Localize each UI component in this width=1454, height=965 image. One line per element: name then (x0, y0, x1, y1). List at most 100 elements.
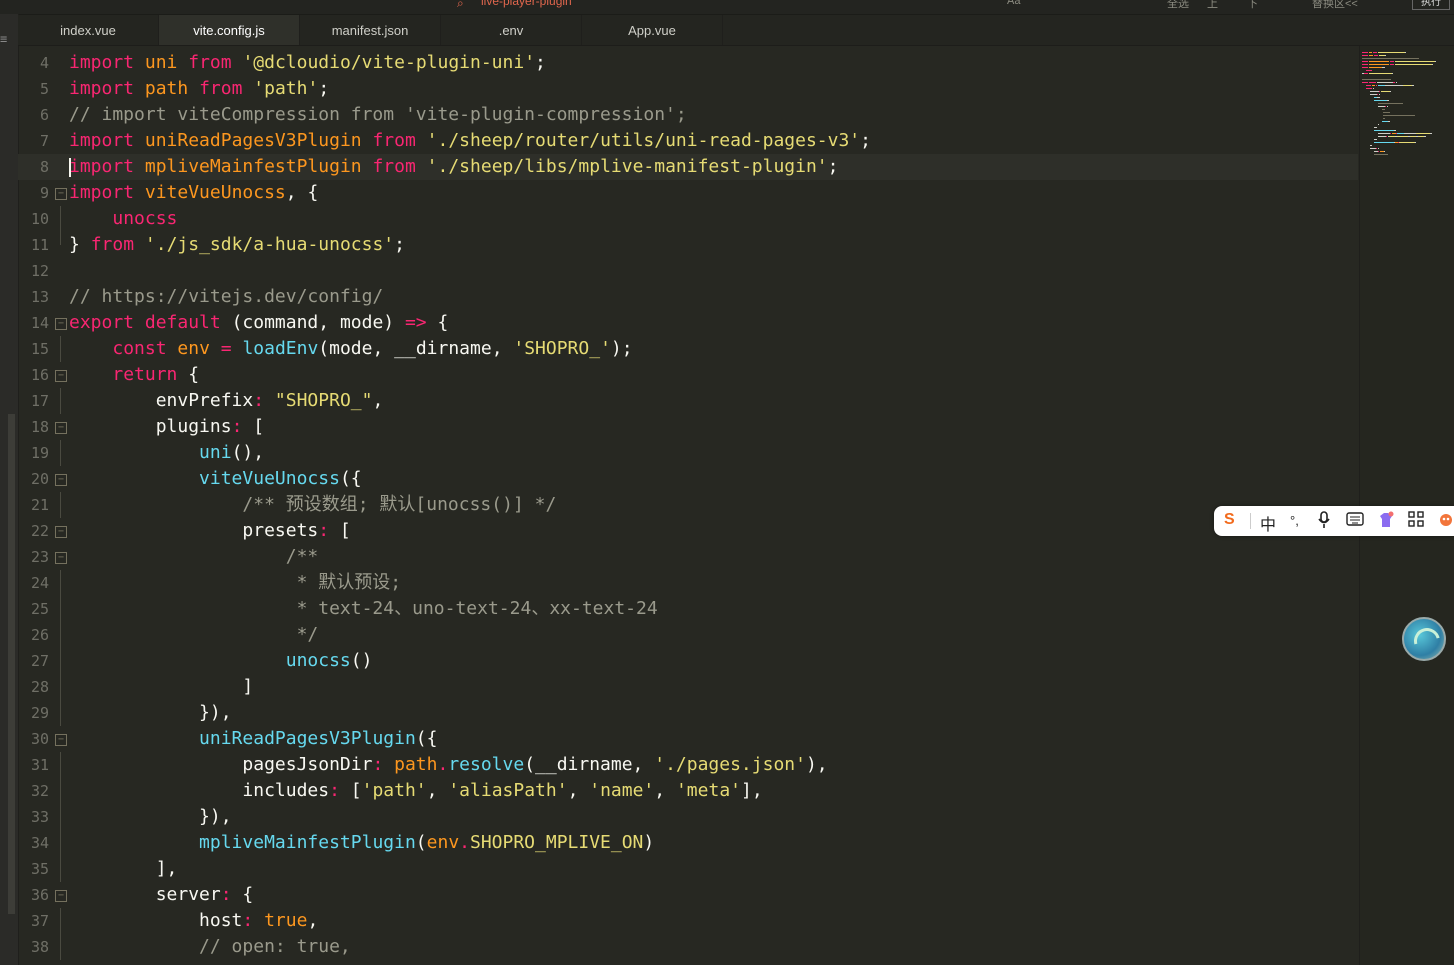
tab-env[interactable]: .env (441, 15, 582, 45)
code-line[interactable]: 33 }), (18, 804, 1358, 830)
code-line[interactable]: 8 import mpliveMainfestPlugin from './she… (18, 154, 1358, 180)
code-editor[interactable]: 4 import uni from '@dcloudio/vite-plugin-… (18, 46, 1358, 965)
fold-toggle-icon[interactable]: − (55, 552, 67, 564)
minimap-line (1412, 85, 1414, 86)
fold-toggle-icon[interactable]: − (55, 370, 67, 382)
ime-mode-toggle[interactable]: 中 (1260, 511, 1276, 535)
minimap-line (1385, 106, 1386, 107)
code-line[interactable]: 13 // https://vitejs.dev/config/ (18, 284, 1358, 310)
sogou-logo-icon[interactable]: S (1224, 511, 1235, 529)
code-line[interactable]: 17 envPrefix: "SHOPRO_", (18, 388, 1358, 414)
code-line[interactable]: 23− /** (18, 544, 1358, 570)
code-token: import (69, 156, 135, 177)
keyboard-icon[interactable] (1346, 511, 1364, 532)
code-line[interactable]: 24 * 默认预设; (18, 570, 1358, 596)
tab-index-vue[interactable]: index.vue (18, 15, 159, 45)
code-line[interactable]: 25 * text-24、uno-text-24、xx-text-24 (18, 596, 1358, 622)
code-line[interactable]: 30− uniReadPagesV3Plugin({ (18, 726, 1358, 752)
code-text: import viteVueUnocss, { (69, 180, 318, 206)
find-option-select-all[interactable]: 全选 (1167, 0, 1189, 11)
code-line[interactable]: 27 unocss() (18, 648, 1358, 674)
punctuation-toggle[interactable]: °, (1290, 513, 1299, 528)
minimap-line (1424, 136, 1426, 137)
code-line[interactable]: 5 import path from 'path'; (18, 76, 1358, 102)
line-number: 22 (30, 522, 49, 540)
code-line[interactable]: 11} from './js_sdk/a-hua-unocss'; (18, 232, 1358, 258)
minimap-line (1384, 151, 1385, 152)
find-option-case[interactable]: Aa (1007, 0, 1020, 7)
code-token: env (177, 338, 210, 359)
tab-manifest-json[interactable]: manifest.json (300, 15, 441, 45)
code-line[interactable]: 22− presets: [ (18, 518, 1358, 544)
code-token: 'name' (589, 780, 655, 801)
mascot-icon[interactable] (1438, 511, 1454, 532)
code-line[interactable]: 21 /** 预设数组; 默认[unocss()] */ (18, 492, 1358, 518)
code-text: mpliveMainfestPlugin(env.SHOPRO_MPLIVE_O… (69, 830, 654, 856)
code-line[interactable]: 7 import uniReadPagesV3Plugin from './she… (18, 128, 1358, 154)
code-line[interactable]: 29 }), (18, 700, 1358, 726)
tab-app-vue[interactable]: App.vue (582, 15, 723, 45)
code-line[interactable]: 6 // import viteCompression from 'vite-pl… (18, 102, 1358, 128)
code-text: /** (69, 544, 319, 570)
code-token: "SHOPRO_" (274, 390, 373, 411)
mic-icon[interactable] (1316, 511, 1332, 534)
code-line[interactable]: 37 host: true, (18, 908, 1358, 934)
search-icon[interactable]: ⌕ (457, 0, 464, 11)
code-token: default (144, 312, 221, 333)
fold-toggle-icon[interactable]: − (55, 422, 67, 434)
code-token: // open: true, (199, 936, 351, 957)
code-line[interactable]: 16− return { (18, 362, 1358, 388)
line-number: 35 (30, 860, 49, 878)
fold-toggle-icon[interactable]: − (55, 526, 67, 538)
grid-icon[interactable] (1408, 511, 1424, 532)
code-line[interactable]: 35 ], (18, 856, 1358, 882)
code-line[interactable]: 38 // open: true, (18, 934, 1358, 960)
fold-toggle-icon[interactable]: − (55, 474, 67, 486)
floating-assistant-icon[interactable] (1402, 617, 1446, 661)
code-line[interactable]: 36− server: { (18, 882, 1358, 908)
replace-toggle[interactable]: 替换区<< (1312, 0, 1358, 11)
code-token: './pages.json' (654, 754, 806, 775)
fold-toggle-icon[interactable]: − (55, 318, 67, 330)
left-panel-strip: ≡ (0, 14, 19, 965)
fold-guide (60, 856, 61, 882)
fold-toggle-icon[interactable]: − (55, 188, 67, 200)
code-line[interactable]: 14− export default (command, mode) => { (18, 310, 1358, 336)
minimap-line (1396, 82, 1397, 83)
fold-toggle-icon[interactable]: − (55, 734, 67, 746)
code-text: viteVueUnocss({ (69, 466, 362, 492)
code-line[interactable]: 20− viteVueUnocss({ (18, 466, 1358, 492)
code-line[interactable]: 10 unocss (18, 206, 1358, 232)
code-token: mpliveMainfestPlugin (199, 832, 416, 853)
code-line[interactable]: 15 const env = loadEnv(mode, __dirname, … (18, 336, 1358, 362)
code-token: => (404, 312, 427, 333)
minimap-line (1395, 61, 1435, 62)
menu-icon[interactable]: ≡ (0, 32, 7, 46)
find-panel: ⌕ live-player-plugin Aa 全选 上 下 替换区<< 执行 (447, 0, 1450, 11)
code-line[interactable]: 32 includes: ['path', 'aliasPath', 'name… (18, 778, 1358, 804)
code-line[interactable]: 31 pagesJsonDir: path.resolve(__dirname,… (18, 752, 1358, 778)
fold-toggle-icon[interactable]: − (55, 890, 67, 902)
code-line[interactable]: 26 */ (18, 622, 1358, 648)
execute-button[interactable]: 执行 (1412, 0, 1450, 10)
find-prev-button[interactable]: 上 (1207, 0, 1218, 11)
code-line[interactable]: 19 uni(), (18, 440, 1358, 466)
code-line[interactable]: 28 ] (18, 674, 1358, 700)
skin-icon[interactable] (1377, 511, 1395, 534)
code-line[interactable]: 34 mpliveMainfestPlugin(env.SHOPRO_MPLIV… (18, 830, 1358, 856)
code-line[interactable]: 4 import uni from '@dcloudio/vite-plugin-… (18, 50, 1358, 76)
left-scrollbar[interactable] (8, 414, 15, 914)
tab-vite-config-js[interactable]: vite.config.js (159, 15, 300, 45)
code-line[interactable]: 18− plugins: [ (18, 414, 1358, 440)
find-next-button[interactable]: 下 (1247, 0, 1258, 11)
code-line[interactable]: 12 (18, 258, 1358, 284)
minimap-line (1370, 94, 1377, 95)
find-input[interactable]: live-player-plugin (481, 0, 572, 8)
code-line[interactable]: 9− import viteVueUnocss, { (18, 180, 1358, 206)
code-token: viteVueUnocss (144, 182, 286, 203)
minimap-line (1403, 85, 1412, 86)
minimap-line (1383, 112, 1390, 113)
